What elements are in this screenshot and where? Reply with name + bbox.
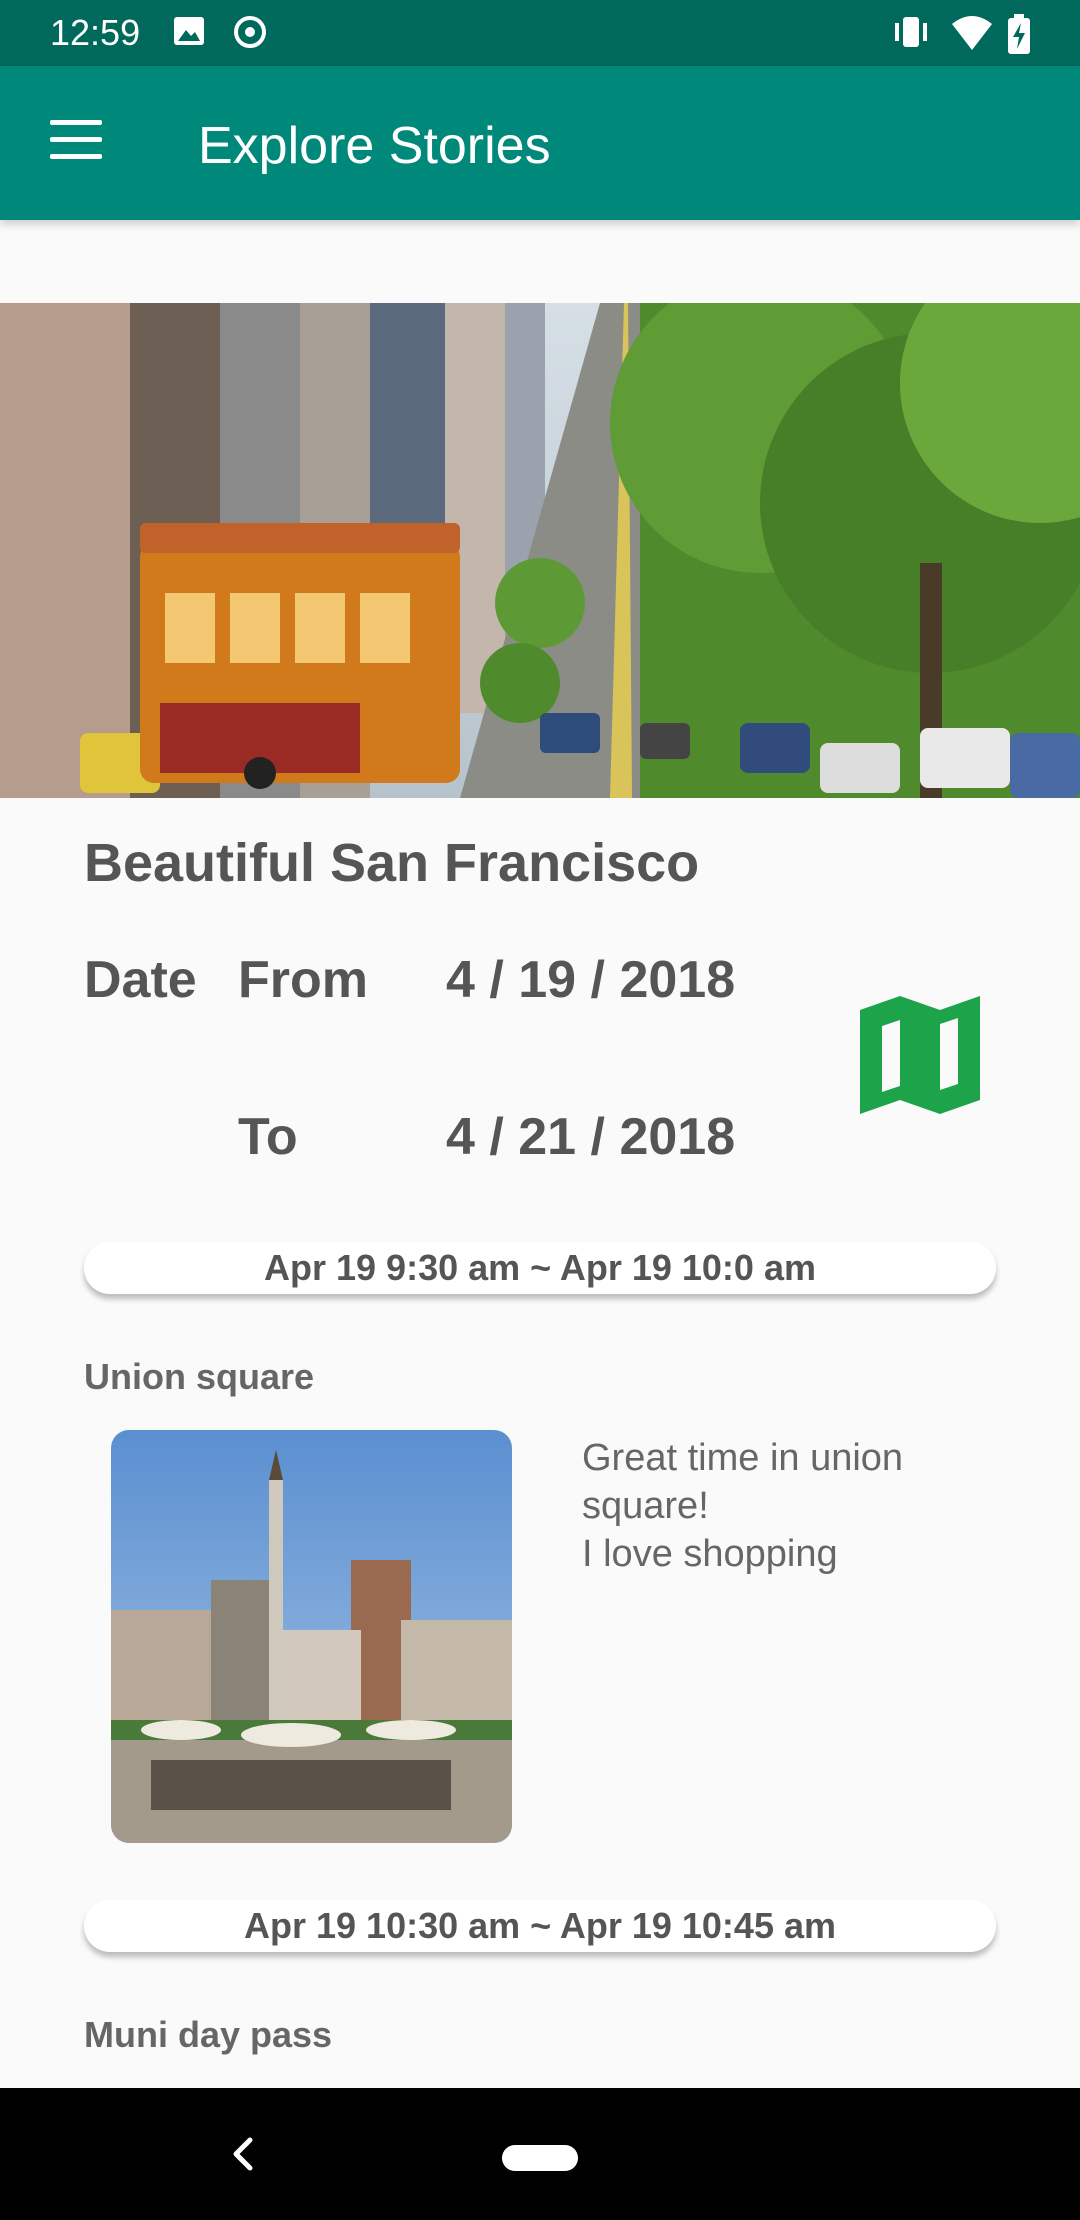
time-range-pill: Apr 19 10:30 am ~ Apr 19 10:45 am — [84, 1900, 996, 1952]
time-range-pill: Apr 19 9:30 am ~ Apr 19 10:0 am — [84, 1242, 996, 1294]
place-title: Union square — [84, 1356, 315, 1397]
menu-icon[interactable] — [50, 120, 102, 164]
status-time: 12:59 — [50, 12, 141, 53]
place-title: Muni day pass — [84, 2014, 333, 2055]
place-photo[interactable] — [111, 1430, 512, 1843]
to-date[interactable]: 4 / 21 / 2018 — [446, 1107, 735, 1167]
wifi-icon — [952, 16, 992, 50]
sync-notification-icon — [234, 16, 266, 48]
image-notification-icon — [174, 17, 204, 45]
app-title: Explore Stories — [198, 117, 551, 175]
app-bar: Explore Stories — [0, 66, 1080, 220]
vibrate-icon — [895, 17, 927, 47]
battery-charging-icon — [1008, 14, 1030, 54]
story-title: Beautiful San Francisco — [84, 833, 700, 893]
from-date[interactable]: 4 / 19 / 2018 — [446, 950, 735, 1010]
map-icon[interactable] — [860, 996, 980, 1114]
navigation-bar — [0, 2088, 1080, 2220]
home-button[interactable] — [502, 2145, 578, 2171]
back-icon[interactable] — [222, 2124, 262, 2184]
story-hero-image — [0, 303, 1080, 798]
to-label: To — [238, 1108, 298, 1166]
place-description: Great time in union square! I love shopp… — [582, 1437, 904, 1575]
from-label: From — [238, 951, 368, 1009]
status-bar: 12:59 — [0, 0, 1080, 66]
date-label: Date — [84, 951, 197, 1009]
